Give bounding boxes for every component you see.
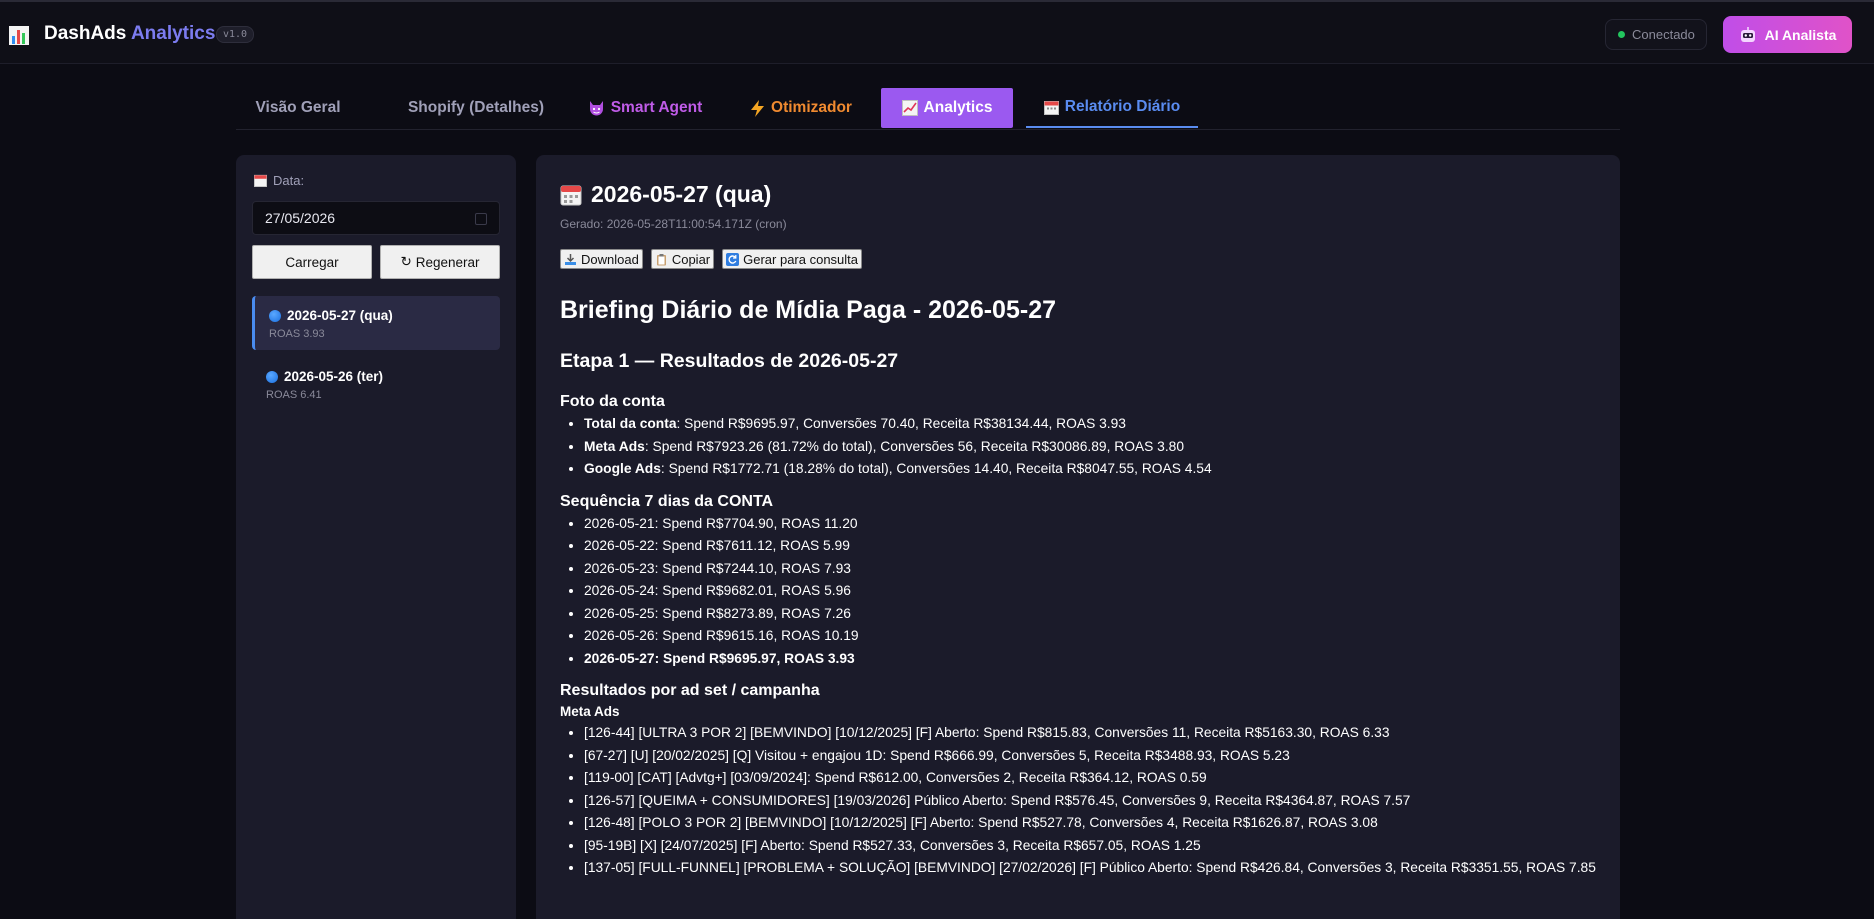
list-item: [119-00] [CAT] [Advtg+] [03/09/2024]: Sp… (584, 767, 1600, 790)
refresh-blue-icon (726, 252, 740, 266)
tab-visao-geral[interactable]: Visão Geral (236, 88, 360, 128)
version-badge: v1.0 (216, 26, 255, 43)
calendar-icon (1043, 100, 1059, 115)
generate-query-button[interactable]: Gerar para consulta (722, 249, 863, 269)
tab-relatorio-diario[interactable]: Relatório Diário (1026, 88, 1198, 128)
list-item: 2026-05-24: Spend R$9682.01, ROAS 5.96 (584, 580, 1600, 603)
item-text: : Spend R$9695.97, Conversões 70.40, Rec… (676, 416, 1126, 431)
load-button-label: Carregar (285, 254, 339, 270)
list-item: [126-44] [ULTRA 3 POR 2] [BEMVINDO] [10/… (584, 722, 1600, 745)
day-roas: ROAS 6.41 (266, 389, 322, 401)
trend-chart-icon (901, 100, 918, 116)
download-label: Download (581, 251, 639, 267)
item-label: Google Ads (584, 461, 661, 476)
item-text: : Spend R$7923.26 (81.72% do total), Con… (644, 438, 1185, 454)
tab-analytics[interactable]: Analytics (881, 88, 1013, 128)
download-button[interactable]: Download (560, 249, 643, 269)
calendar-icon (560, 185, 582, 205)
tab-label: Visão Geral (255, 99, 341, 116)
date-input[interactable]: 27/05/2026 (252, 201, 500, 235)
day-title: 2026-05-26 (ter) (266, 369, 383, 384)
list-item: 2026-05-25: Spend R$8273.89, ROAS 7.26 (584, 603, 1600, 626)
regenerate-button-label: Regenerar (415, 254, 480, 270)
date-label-text: Data: (273, 173, 305, 188)
connection-status: Conectado (1605, 19, 1707, 50)
report-panel: 2026-05-27 (qua) Gerado: 2026-05-28T11:0… (536, 155, 1620, 919)
date-input-value: 27/05/2026 (265, 210, 336, 226)
results-heading: Resultados por ad set / campanha (560, 682, 820, 699)
stage-heading: Etapa 1 — Resultados de 2026-05-27 (560, 350, 899, 372)
devil-icon (589, 100, 603, 115)
meta-ads-heading: Meta Ads (560, 704, 620, 719)
copy-button[interactable]: Copiar (650, 249, 715, 269)
app-brand: DashAds Analytics (44, 23, 215, 45)
tab-otimizador[interactable]: Otimizador (726, 88, 876, 128)
generate-label: Gerar para consulta (743, 251, 859, 267)
day-title-text: 2026-05-27 (qua) (287, 308, 393, 323)
list-item: Google Ads: Spend R$1772.71 (18.28% do t… (584, 458, 1600, 481)
tab-label: Otimizador (771, 99, 852, 116)
download-icon (565, 253, 576, 265)
lightning-icon (751, 99, 765, 117)
ai-analyst-button[interactable]: AI Analista (1723, 16, 1852, 53)
list-item: 2026-05-21: Spend R$7704.90, ROAS 11.20 (584, 513, 1600, 536)
list-item: 2026-05-27: Spend R$9695.97, ROAS 3.93 (584, 648, 1600, 671)
blue-circle-icon (269, 309, 281, 322)
blue-circle-icon (266, 370, 278, 383)
load-button[interactable]: Carregar (252, 245, 372, 279)
day-roas: ROAS 3.93 (269, 328, 325, 340)
generated-timestamp: Gerado: 2026-05-28T11:00:54.171Z (cron) (560, 217, 787, 231)
refresh-icon: ↻ (400, 254, 412, 269)
item-label: Meta Ads (584, 438, 645, 454)
list-item: [95-19B] [X] [24/07/2025] [F] Aberto: Sp… (584, 835, 1600, 858)
status-label: Conectado (1632, 27, 1695, 42)
item-text: : Spend R$1772.71 (18.28% do total), Con… (660, 461, 1212, 476)
brand-accent: Analytics (130, 23, 216, 44)
list-item: 2026-05-23: Spend R$7244.10, ROAS 7.93 (584, 558, 1600, 581)
list-item: [126-57] [QUEIMA + CONSUMIDORES] [19/03/… (584, 790, 1600, 813)
regenerate-button[interactable]: ↻ Regenerar (380, 245, 500, 279)
sequence-list: 2026-05-21: Spend R$7704.90, ROAS 11.20 … (584, 513, 1600, 671)
top-header: DashAds Analytics v1.0 Conectado AI Anal… (0, 0, 1874, 64)
ai-button-label: AI Analista (1764, 26, 1837, 43)
list-item: [137-05] [FULL-FUNNEL] [PROBLEMA + SOLUÇ… (584, 857, 1600, 880)
tab-label: Relatório Diário (1064, 98, 1181, 115)
tab-label: Smart Agent (610, 99, 703, 116)
list-item: Meta Ads: Spend R$7923.26 (81.72% do tot… (584, 436, 1600, 459)
list-item: [126-48] [POLO 3 POR 2] [BEMVINDO] [10/1… (584, 812, 1600, 835)
main-tabs: Visão Geral Shopify (Detalhes) Smart Age… (236, 88, 1620, 130)
day-title: 2026-05-27 (qua) (269, 308, 393, 323)
status-dot-icon (1618, 31, 1625, 38)
list-item: Total da conta: Spend R$9695.97, Convers… (584, 413, 1600, 436)
briefing-document: Briefing Diário de Mídia Paga - 2026-05-… (560, 291, 1600, 890)
day-list-item[interactable]: 2026-05-27 (qua) ROAS 3.93 (252, 296, 500, 350)
tab-smart-agent[interactable]: Smart Agent (572, 88, 718, 128)
sequence-heading: Sequência 7 dias da CONTA (560, 492, 774, 510)
report-actions: Download Copiar Gerar para consulta (560, 249, 863, 269)
day-list-item[interactable]: 2026-05-26 (ter) ROAS 6.41 (252, 357, 500, 411)
clipboard-icon (656, 253, 666, 265)
report-sidebar: Data: 27/05/2026 Carregar ↻ Regenerar 20… (236, 155, 516, 919)
report-title: 2026-05-27 (qua) (560, 181, 771, 208)
account-snapshot-list: Total da conta: Spend R$9695.97, Convers… (584, 413, 1600, 481)
list-item: 2026-05-22: Spend R$7611.12, ROAS 5.99 (584, 535, 1600, 558)
tab-shopify-detalhes[interactable]: Shopify (Detalhes) (382, 88, 570, 128)
tab-label: Shopify (Detalhes) (407, 99, 545, 116)
account-snapshot-heading: Foto da conta (560, 393, 665, 410)
item-label: Total da conta (584, 416, 677, 431)
copy-label: Copiar (671, 251, 711, 267)
meta-ads-list: [126-44] [ULTRA 3 POR 2] [BEMVINDO] [10/… (584, 722, 1600, 880)
list-item: 2026-05-26: Spend R$9615.16, ROAS 10.19 (584, 625, 1600, 648)
date-label: Data: (254, 173, 304, 188)
list-item: [67-27] [U] [20/02/2025] [Q] Visitou + e… (584, 745, 1600, 768)
bar-chart-icon (9, 26, 29, 45)
day-title-text: 2026-05-26 (ter) (284, 369, 384, 384)
robot-icon (1740, 26, 1755, 42)
briefing-heading: Briefing Diário de Mídia Paga - 2026-05-… (560, 296, 1056, 324)
calendar-icon (254, 174, 267, 187)
tab-label: Analytics (923, 99, 993, 116)
brand-main: DashAds (44, 23, 127, 44)
date-picker-icon[interactable] (475, 213, 487, 225)
report-title-text: 2026-05-27 (qua) (591, 181, 772, 207)
